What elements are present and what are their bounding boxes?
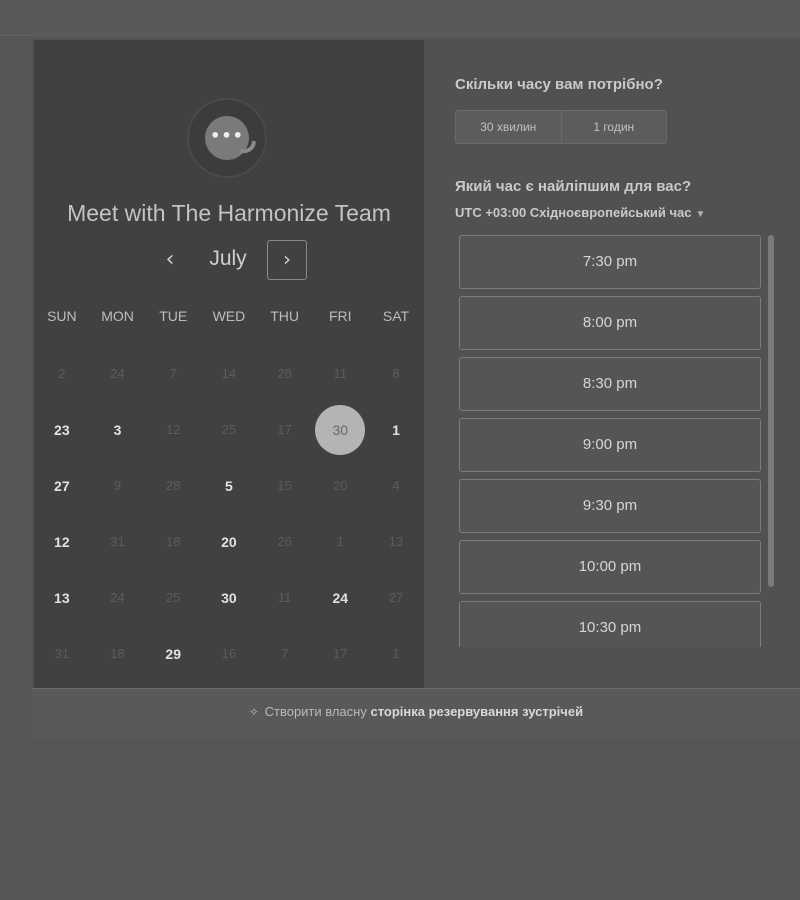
top-bar <box>0 0 800 36</box>
calendar-day: 1 <box>336 534 344 549</box>
calendar-day: 4 <box>392 478 400 493</box>
calendar-week: 2 24 7 14 28 11 8 <box>34 354 424 410</box>
calendar-day: 13 <box>388 534 404 549</box>
calendar-day: 1 <box>392 646 400 661</box>
weekday-label: MON <box>101 308 134 324</box>
time-question: Який час є найліпшим для вас? <box>455 178 692 195</box>
time-slot-button[interactable]: 10:00 pm <box>459 540 761 594</box>
weekday-label: THU <box>270 308 299 324</box>
calendar-panel: ••• Meet with The Harmonize Team ‹ July … <box>34 40 424 688</box>
time-slot-button[interactable]: 10:30 pm <box>459 601 761 647</box>
calendar-week: 27 9 28 5 15 20 4 <box>34 466 424 522</box>
calendar-day: 12 <box>165 422 181 437</box>
time-slot-button[interactable]: 8:30 pm <box>459 357 761 411</box>
month-navigation: ‹ July › <box>34 240 424 280</box>
calendar-week: 12 31 18 20 26 1 13 <box>34 522 424 578</box>
footer-link[interactable]: сторінка резервування зустрічей <box>371 704 584 719</box>
time-slot-button[interactable]: 8:00 pm <box>459 296 761 350</box>
calendar-day[interactable]: 1 <box>368 410 424 450</box>
calendar-day: 27 <box>388 590 404 605</box>
calendar-day: 20 <box>333 478 348 493</box>
calendar-title: Meet with The Harmonize Team <box>67 200 391 226</box>
duration-selector: 30 хвилин 1 годин <box>455 110 667 144</box>
calendar-day: 17 <box>277 422 292 437</box>
calendar-grid: 2 24 7 14 28 11 8 23 3 12 25 17 30 1 27 9 28 5 15 20 4 12 31 18… <box>34 354 424 690</box>
next-month-button[interactable]: › <box>267 240 307 280</box>
footer-promo: ✧ Створити власну сторінка резервування … <box>32 688 800 738</box>
calendar-day: 15 <box>277 478 292 493</box>
weekday-label: SAT <box>382 308 410 324</box>
sparkle-icon: ✧ <box>248 705 259 719</box>
calendar-week: 23 3 12 25 17 30 1 <box>34 405 424 466</box>
calendar-day[interactable]: 30 <box>201 578 257 618</box>
calendar-day: 8 <box>392 366 400 381</box>
duration-30-button[interactable]: 30 хвилин <box>456 111 561 143</box>
time-slot-button[interactable]: 7:30 pm <box>459 235 761 289</box>
booking-options: Скільки часу вам потрібно? 30 хвилин 1 г… <box>455 40 800 688</box>
calendar-day: 14 <box>221 366 237 381</box>
calendar-day[interactable]: 27 <box>34 466 90 506</box>
month-label: July <box>209 247 247 270</box>
calendar-day: 16 <box>221 646 237 661</box>
calendar-day: 7 <box>280 646 289 661</box>
time-slot-button[interactable]: 9:00 pm <box>459 418 761 472</box>
calendar-week: 31 18 29 16 7 17 1 <box>34 634 424 690</box>
calendar-day: 18 <box>110 646 125 661</box>
weekday-label: TUE <box>159 308 188 324</box>
duration-question: Скільки часу вам потрібно? <box>455 76 663 93</box>
calendar-day: 18 <box>165 534 181 549</box>
calendar-day-selected[interactable]: 30 <box>312 405 368 455</box>
calendar-day: 9 <box>113 478 122 493</box>
weekday-label: SUN <box>47 308 77 324</box>
calendar-day[interactable]: 3 <box>90 410 146 450</box>
calendar-day[interactable]: 20 <box>201 522 257 562</box>
calendar-day: 26 <box>277 534 292 549</box>
prev-month-button[interactable]: ‹ <box>152 242 188 278</box>
calendar-day: 24 <box>110 366 125 381</box>
team-logo: ••• <box>187 98 267 178</box>
calendar-day[interactable]: 13 <box>34 578 90 618</box>
calendar-day[interactable]: 29 <box>145 634 201 674</box>
timezone-selector[interactable]: UTC +03:00 Східноєвропейський час ▼ <box>455 205 705 220</box>
calendar-day: 11 <box>277 590 292 605</box>
calendar-day[interactable]: 12 <box>34 522 90 562</box>
calendar-day: 31 <box>54 646 70 661</box>
calendar-day: 25 <box>165 590 181 605</box>
calendar-day: 28 <box>165 478 181 493</box>
calendar-day: 28 <box>277 366 292 381</box>
calendar-day: 7 <box>169 366 177 381</box>
time-slot-button[interactable]: 9:30 pm <box>459 479 761 533</box>
slot-list-scrollbar[interactable] <box>768 235 774 587</box>
calendar-day[interactable]: 5 <box>201 466 257 506</box>
footer-prefix: Створити власну <box>264 704 367 719</box>
calendar-day[interactable]: 23 <box>34 410 90 450</box>
calendar-day: 31 <box>110 534 125 549</box>
calendar-day: 24 <box>110 590 125 605</box>
time-slot-list: 7:30 pm 8:00 pm 8:30 pm 9:00 pm 9:30 pm 10:00… <box>455 235 765 647</box>
calendar-day: 11 <box>333 366 348 381</box>
weekday-label: WED <box>212 308 246 324</box>
calendar-day: 17 <box>333 646 348 661</box>
weekday-label: FRI <box>329 308 352 324</box>
calendar-day[interactable]: 24 <box>312 578 368 618</box>
calendar-week: 13 24 25 30 11 24 27 <box>34 578 424 634</box>
weekday-header: SUN MON TUE WED THU FRI SAT <box>34 308 424 328</box>
calendar-day: 25 <box>221 422 237 437</box>
caret-down-icon: ▼ <box>695 209 706 220</box>
duration-60-button[interactable]: 1 годин <box>560 111 667 143</box>
calendar-day: 2 <box>58 366 66 381</box>
timezone-label: UTC +03:00 Східноєвропейський час <box>455 205 692 220</box>
